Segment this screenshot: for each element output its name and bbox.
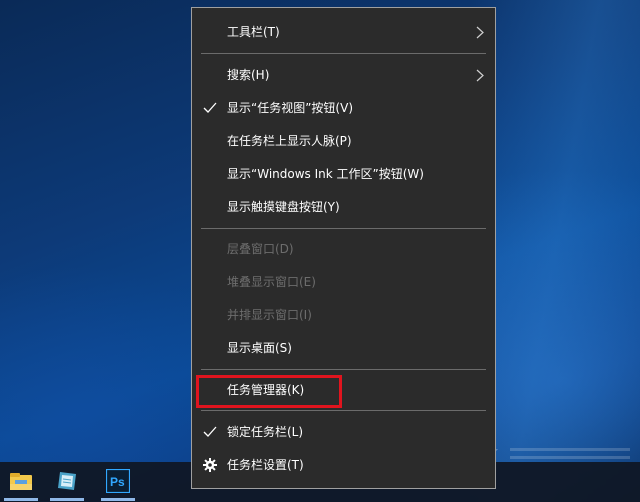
- menu-item-label: 工具栏(T): [227, 25, 280, 39]
- menu-item-label: 堆叠显示窗口(E): [227, 275, 316, 289]
- checkmark-icon: [203, 426, 217, 437]
- menu-separator: [201, 228, 486, 229]
- menu-item-show-windows-ink-button[interactable]: 显示“Windows Ink 工作区”按钮(W): [193, 158, 494, 191]
- menu-item-label: 显示桌面(S): [227, 341, 292, 355]
- taskbar-context-menu: 工具栏(T) 搜索(H) 显示“任务视图”按钮(V) 在任务栏上显示人脉(P) …: [191, 7, 496, 489]
- menu-item-label: 显示触摸键盘按钮(Y): [227, 200, 340, 214]
- menu-item-label: 搜索(H): [227, 68, 270, 82]
- explorer-active-indicator: [4, 498, 38, 501]
- menu-item-label: 并排显示窗口(I): [227, 308, 312, 322]
- menu-item-label: 任务栏设置(T): [227, 458, 304, 472]
- menu-item-show-people[interactable]: 在任务栏上显示人脉(P): [193, 125, 494, 158]
- notepad-app-icon[interactable]: [54, 468, 80, 494]
- menu-item-side-by-side-windows: 并排显示窗口(I): [193, 299, 494, 332]
- task-manager-highlight-box: [196, 375, 342, 408]
- menu-item-show-touch-keyboard-button[interactable]: 显示触摸键盘按钮(Y): [193, 191, 494, 224]
- menu-item-label: 显示“任务视图”按钮(V): [227, 101, 354, 115]
- menu-separator: [201, 369, 486, 370]
- menu-item-cascade-windows: 层叠窗口(D): [193, 233, 494, 266]
- menu-item-taskbar-settings[interactable]: 任务栏设置(T): [193, 449, 494, 482]
- photoshop-icon-label: Ps: [110, 475, 125, 489]
- menu-item-show-task-view-button[interactable]: 显示“任务视图”按钮(V): [193, 92, 494, 125]
- file-explorer-icon[interactable]: [8, 468, 34, 494]
- menu-separator: [201, 410, 486, 411]
- menu-item-search[interactable]: 搜索(H): [193, 59, 494, 92]
- menu-item-label: 锁定任务栏(L): [227, 425, 304, 439]
- menu-item-label: 显示“Windows Ink 工作区”按钮(W): [227, 167, 424, 181]
- menu-item-label: 层叠窗口(D): [227, 242, 294, 256]
- menu-separator: [201, 53, 486, 54]
- menu-item-stack-windows: 堆叠显示窗口(E): [193, 266, 494, 299]
- menu-item-label: 在任务栏上显示人脉(P): [227, 134, 352, 148]
- checkmark-icon: [203, 102, 217, 113]
- chevron-right-icon: [476, 69, 484, 82]
- notepad-active-indicator: [50, 498, 84, 501]
- chevron-right-icon: [476, 26, 484, 39]
- menu-item-toolbars[interactable]: 工具栏(T): [193, 16, 494, 49]
- photoshop-active-indicator: [101, 498, 135, 501]
- photoshop-icon[interactable]: Ps: [106, 469, 130, 493]
- menu-item-show-desktop[interactable]: 显示桌面(S): [193, 332, 494, 365]
- gear-icon: [203, 458, 217, 472]
- menu-item-lock-taskbar[interactable]: 锁定任务栏(L): [193, 416, 494, 449]
